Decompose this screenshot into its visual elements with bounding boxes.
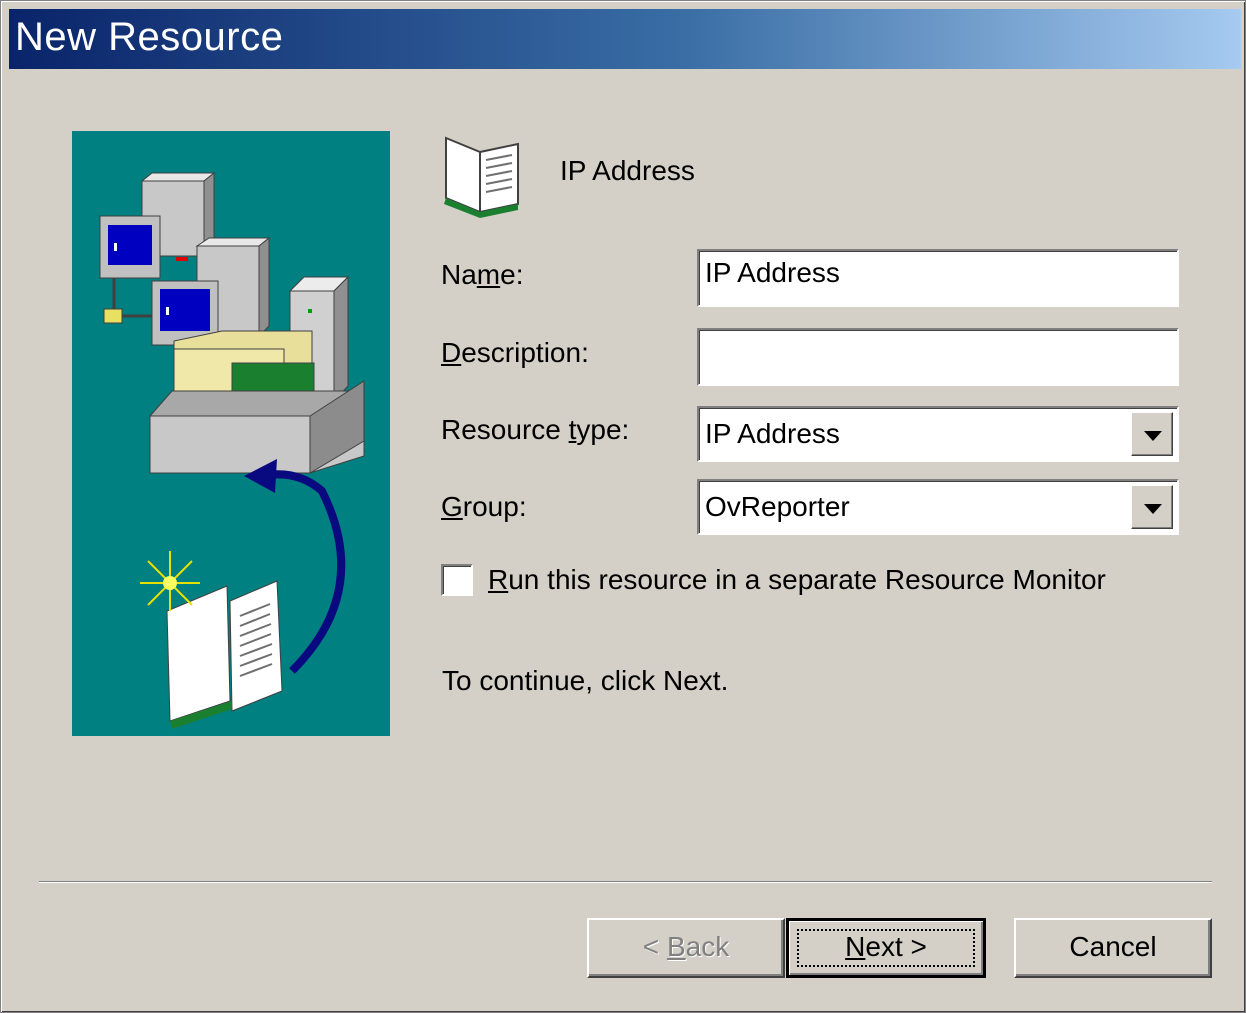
chevron-down-icon [1144,504,1162,514]
name-label: Name: [441,259,524,290]
chevron-down-icon [1144,431,1162,441]
cancel-button[interactable]: Cancel [1014,918,1212,978]
open-book-icon [438,126,528,221]
group-dropdown-button[interactable] [1131,485,1173,529]
description-label: Description: [441,337,589,368]
description-input[interactable] [697,328,1179,386]
group-label: Group: [441,491,527,522]
back-button[interactable]: < Back [587,918,785,978]
title-bar[interactable]: New Resource [9,9,1241,69]
button-separator [39,881,1212,883]
resource-heading: IP Address [560,155,695,186]
name-input-value: IP Address [705,257,840,288]
continue-hint: To continue, click Next. [442,665,729,696]
resource-type-select[interactable]: IP Address [697,406,1179,462]
wizard-illustration [72,131,390,736]
resource-type-value: IP Address [705,418,840,449]
next-button[interactable]: Next > [786,918,986,978]
separate-monitor-checkbox[interactable] [441,564,473,596]
group-select[interactable]: OvReporter [697,479,1179,535]
separate-monitor-label[interactable]: Run this resource in a separate Resource… [488,564,1106,596]
name-input[interactable]: IP Address [697,249,1179,307]
resource-type-dropdown-button[interactable] [1131,412,1173,456]
focus-rect [797,929,975,967]
resource-type-label: Resource type: [441,414,630,445]
new-resource-dialog: New Resource IP Address Name: IP Address… [0,0,1246,1013]
group-value: OvReporter [705,491,850,522]
window-title: New Resource [15,15,284,59]
